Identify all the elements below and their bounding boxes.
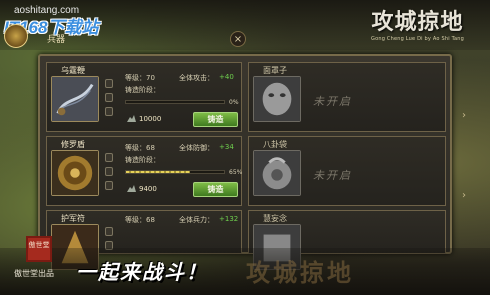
close-icon[interactable]: ×: [230, 31, 246, 47]
publisher-caption: 傲世堂出品: [14, 269, 54, 278]
lock-icon: [105, 181, 113, 190]
shield-icon[interactable]: [51, 150, 99, 196]
locked-slot: 八卦袋 未开启: [248, 136, 446, 206]
tab-weapons[interactable]: 兵器: [47, 32, 65, 45]
progress-bar: [125, 100, 225, 104]
lock-icon: [105, 227, 113, 236]
forge-button[interactable]: 铸造: [193, 112, 238, 127]
locked-status: 未开启: [313, 169, 352, 182]
avatar-icon[interactable]: [4, 24, 28, 48]
slogan-background: 攻城掠地: [246, 258, 354, 287]
weapon-level: 等级：68: [125, 216, 155, 224]
forge-button[interactable]: 铸造: [193, 182, 238, 197]
resource-icon: [127, 185, 136, 192]
locked-item-name: 八卦袋: [263, 140, 287, 149]
stat-label: 全体兵力：: [179, 216, 214, 224]
chevron-right-icon: ›: [462, 110, 466, 121]
stat-label: 全体防御：: [179, 144, 214, 152]
seal-logo: 傲世堂: [26, 236, 52, 262]
forge-cost: 10000: [139, 115, 162, 123]
bottom-banner: [0, 248, 490, 295]
forge-cost: 9400: [139, 185, 157, 193]
resource-icon: [127, 115, 136, 122]
weapon-level: 等级：70: [125, 74, 155, 82]
progress-label: 铸造阶段：: [125, 86, 160, 94]
chevron-right-icon: ›: [462, 190, 466, 201]
weapon-name: 修罗盾: [61, 140, 85, 149]
locked-slot: 面罩子 未开启: [248, 62, 446, 132]
progress-text: 65%: [229, 169, 243, 176]
stat-value: +40: [219, 73, 234, 81]
lock-icon: [105, 153, 113, 162]
game-logo: 攻城掠地 Gong Cheng Lue Di by Ao Shi Tang: [371, 4, 464, 42]
locked-item-name: 面罩子: [263, 66, 287, 75]
lock-icon: [105, 167, 113, 176]
weapon-name: 乌霆鞭: [61, 66, 85, 75]
weapon-name: 护军符: [61, 214, 85, 223]
weapon-card: 修罗盾 等级：68 全体防御： +34 铸造阶段： 65% 9400 铸造: [46, 136, 242, 206]
bagua-bag-icon: [253, 150, 301, 196]
lock-icon: [105, 79, 113, 88]
slogan: 一起来战斗！: [76, 260, 208, 284]
game-title: 攻城掠地: [371, 9, 464, 35]
lock-icon: [105, 93, 113, 102]
stat-value: +132: [219, 215, 239, 223]
stat-value: +34: [219, 143, 234, 151]
locked-status: 未开启: [313, 95, 352, 108]
whip-icon[interactable]: [51, 76, 99, 122]
progress-text: 0%: [229, 99, 239, 106]
mask-icon: [253, 76, 301, 122]
stat-label: 全体攻击：: [179, 74, 214, 82]
progress-label: 铸造阶段：: [125, 156, 160, 164]
weapon-panel: 乌霆鞭 等级：70 全体攻击： +40 铸造阶段： 0% 10000 铸造 修罗…: [38, 54, 452, 270]
top-bar: aoshitang.com IT168下载站 兵器 × 攻城掠地 Gong Ch…: [0, 0, 490, 50]
lock-icon: [105, 107, 113, 116]
weapon-card: 乌霆鞭 等级：70 全体攻击： +40 铸造阶段： 0% 10000 铸造: [46, 62, 242, 132]
locked-item-name: 慧妄念: [263, 214, 287, 223]
game-subtitle: Gong Cheng Lue Di by Ao Shi Tang: [371, 36, 464, 42]
progress-bar: [125, 170, 225, 174]
weapon-level: 等级：68: [125, 144, 155, 152]
